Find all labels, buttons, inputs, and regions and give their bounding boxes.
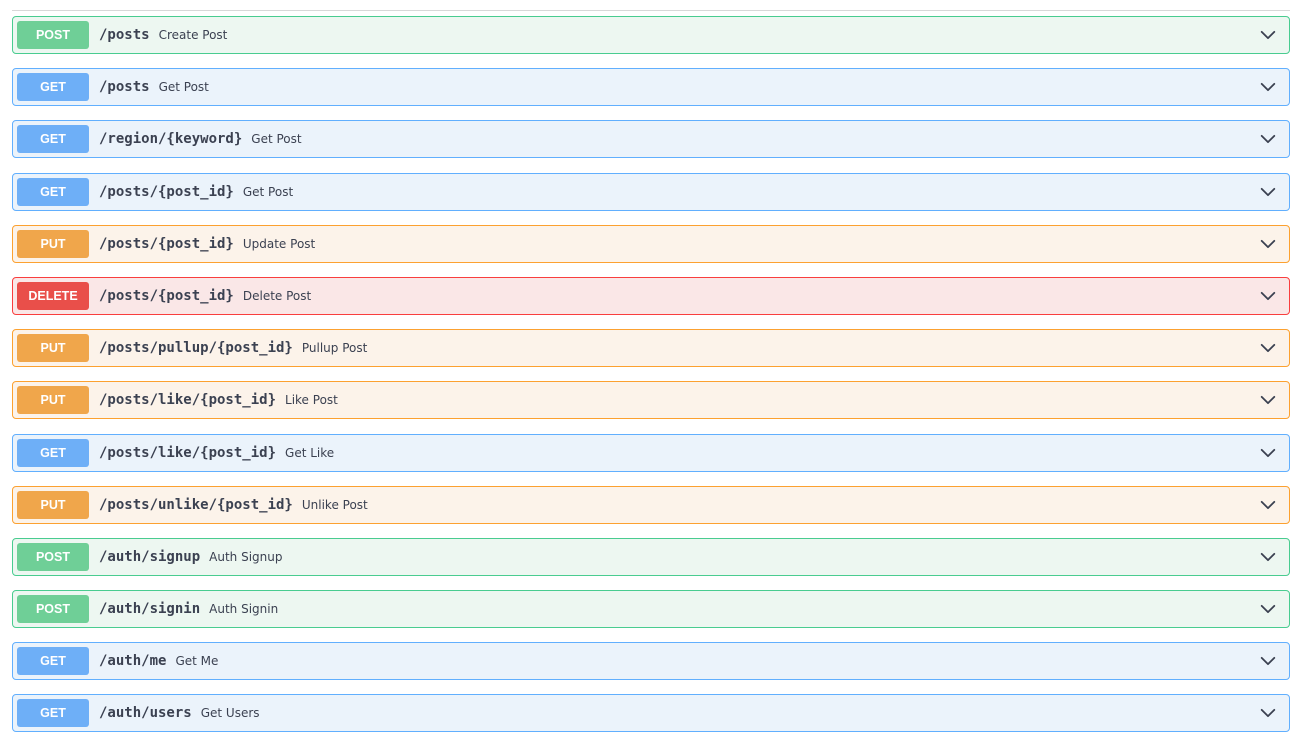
chevron-down-icon[interactable] [1259,704,1277,722]
operation-path: /posts/like/{post_id} [99,444,277,461]
operation-summary: Delete Post [242,288,312,303]
chevron-down-icon[interactable] [1259,235,1277,253]
method-badge: GET [17,438,89,467]
operation-row[interactable]: PUT /posts/unlike/{post_id} Unlike Post [12,485,1290,524]
operation-summary: Get Post [242,184,294,199]
operation-path: /region/{keyword} [99,131,243,148]
chevron-down-icon[interactable] [1259,600,1277,618]
operation-summary: Like Post [285,393,338,408]
method-badge: GET [17,73,89,102]
operation-summary: Update Post [242,236,316,251]
operation-row[interactable]: GET /posts/{post_id} Get Post [12,172,1290,211]
operation-summary: Auth Signup [209,549,283,564]
operation-row[interactable]: GET /posts/like/{post_id} Get Like [12,433,1290,472]
operation-path: /posts/like/{post_id} [99,392,277,409]
method-badge: POST [17,21,89,49]
operation-row[interactable]: PUT /posts/{post_id} Update Post [12,224,1290,263]
operation-path: /auth/signup [99,548,201,565]
operation-path: /posts/pullup/{post_id} [99,340,293,357]
operation-summary: Get Users [200,706,260,721]
operation-summary: Get Post [158,80,209,95]
chevron-down-icon[interactable] [1259,339,1277,357]
operation-row[interactable]: POST /posts Create Post [12,16,1290,54]
method-badge: DELETE [17,281,89,310]
operation-summary: Pullup Post [301,341,368,356]
operation-summary: Auth Signin [209,602,279,617]
operation-path: /posts/{post_id} [99,183,234,200]
operation-summary: Unlike Post [301,497,368,512]
operation-path: /posts/{post_id} [99,287,234,304]
chevron-down-icon[interactable] [1259,496,1277,514]
method-badge: PUT [17,386,89,415]
operation-row[interactable]: GET /auth/users Get Users [12,694,1290,733]
operation-summary: Get Post [251,132,302,147]
operation-row[interactable]: GET /posts Get Post [12,68,1290,107]
section-divider [12,10,1290,11]
chevron-down-icon[interactable] [1259,183,1277,201]
operation-row[interactable]: GET /region/{keyword} Get Post [12,120,1290,159]
operation-row[interactable]: PUT /posts/pullup/{post_id} Pullup Post [12,329,1290,368]
method-badge: GET [17,177,89,206]
chevron-down-icon[interactable] [1259,652,1277,670]
operation-summary: Get Me [175,654,219,669]
operation-row[interactable]: GET /auth/me Get Me [12,642,1290,681]
method-badge: POST [17,595,89,624]
method-badge: PUT [17,490,89,519]
operation-path: /posts/{post_id} [99,235,234,252]
operation-path: /posts [99,79,150,96]
operation-path: /posts/unlike/{post_id} [99,496,293,513]
method-badge: POST [17,542,89,571]
operation-path: /posts [99,27,150,43]
method-badge: GET [17,647,89,676]
operation-row[interactable]: POST /auth/signup Auth Signup [12,537,1290,576]
operation-path: /auth/signin [99,601,201,618]
operation-row[interactable]: POST /auth/signin Auth Signin [12,590,1290,629]
chevron-down-icon[interactable] [1259,444,1277,462]
method-badge: PUT [17,229,89,258]
chevron-down-icon[interactable] [1259,26,1277,44]
chevron-down-icon[interactable] [1259,130,1277,148]
method-badge: GET [17,699,89,728]
operation-path: /auth/me [99,653,167,670]
chevron-down-icon[interactable] [1259,391,1277,409]
operations-list: POST /posts Create Post GET /posts Get P… [12,16,1290,740]
operation-summary: Get Like [285,445,335,460]
operation-summary: Create Post [158,28,228,42]
chevron-down-icon[interactable] [1259,287,1277,305]
operation-path: /auth/users [99,705,192,722]
swagger-operations-page: POST /posts Create Post GET /posts Get P… [0,0,1300,740]
method-badge: GET [17,125,89,154]
operation-row[interactable]: PUT /posts/like/{post_id} Like Post [12,381,1290,420]
chevron-down-icon[interactable] [1259,78,1277,96]
chevron-down-icon[interactable] [1259,548,1277,566]
operation-row[interactable]: DELETE /posts/{post_id} Delete Post [12,276,1290,315]
method-badge: PUT [17,334,89,363]
